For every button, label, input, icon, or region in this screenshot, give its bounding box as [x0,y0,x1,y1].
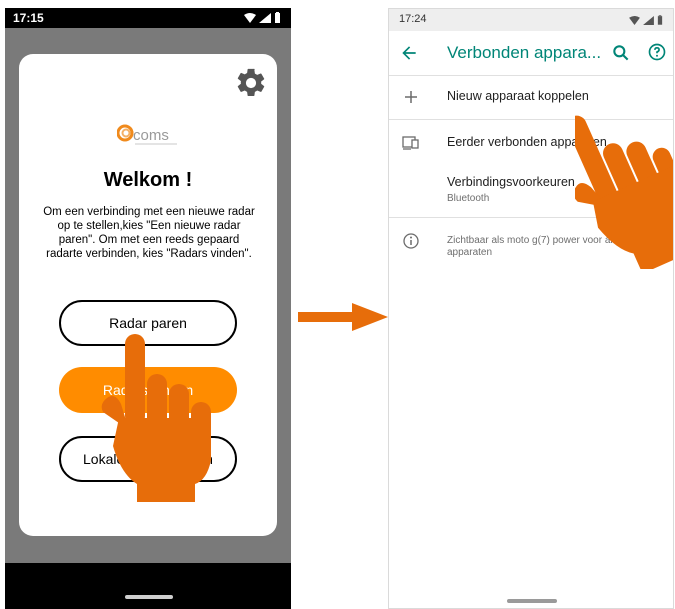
status-bar: 17:24 [389,9,673,31]
devices-icon [402,136,419,150]
home-gesture-pill[interactable] [507,599,557,603]
connection-preferences-label: Verbindingsvoorkeuren [447,175,575,189]
battery-icon [275,12,280,23]
right-phone-screen: 17:24 Verbonden appara... Nieuw apparaat… [388,8,674,609]
status-time: 17:24 [399,13,427,25]
navigation-bar [5,563,291,609]
coms-logo: coms [117,124,177,145]
intro-text: Om een verbinding met een nieuwe radar o… [43,206,255,260]
wifi-icon [244,12,256,23]
svg-text:coms: coms [133,127,169,144]
plus-icon [405,91,417,103]
tap-hand-icon [575,115,673,269]
status-time: 17:15 [13,11,44,25]
pair-radar-label: Radar paren [109,315,187,331]
status-bar: 17:15 [5,8,291,28]
battery-icon [657,15,663,25]
left-phone-screen: 17:15 coms Welkom ! Om een verbinding me… [5,8,291,609]
connection-preferences-sublabel: Bluetooth [447,193,490,204]
welcome-title: Welkom ! [103,169,193,191]
signal-icon [259,12,271,23]
arrow-right-icon [298,303,388,331]
tap-hand-icon [101,334,211,502]
help-icon[interactable] [647,42,667,62]
pair-new-device-label: Nieuw apparaat koppelen [447,89,589,103]
back-arrow-icon[interactable] [399,43,419,63]
info-icon [403,233,419,249]
gear-icon[interactable] [234,66,268,100]
home-gesture-pill[interactable] [125,595,173,599]
wifi-icon [629,15,640,25]
signal-icon [643,15,654,25]
app-bar: Verbonden appara... [389,31,673,76]
status-icons [244,12,281,23]
search-icon[interactable] [611,43,631,63]
page-title: Verbonden appara... [447,43,602,62]
status-icons [629,15,663,25]
